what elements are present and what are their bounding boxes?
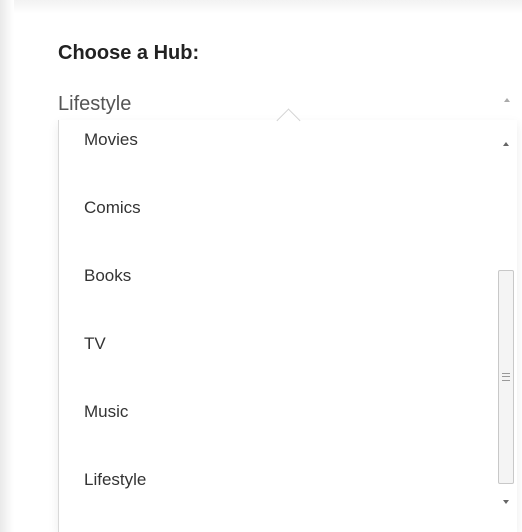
hub-option-tv[interactable]: TV: [59, 310, 495, 378]
hub-option-movies[interactable]: Movies: [59, 120, 495, 174]
hub-option-books[interactable]: Books: [59, 242, 495, 310]
dropdown-scrollbar[interactable]: [495, 120, 517, 532]
grip-lines-icon: [502, 373, 510, 381]
scroll-down-arrow-icon[interactable]: [503, 500, 509, 504]
hub-option-music[interactable]: Music: [59, 378, 495, 446]
hub-option-comics[interactable]: Comics: [59, 174, 495, 242]
hub-options: Movies Comics Books TV Music Lifestyle: [59, 120, 495, 514]
hub-dropdown-list: Movies Comics Books TV Music Lifestyle: [58, 120, 517, 532]
hub-select-value: Lifestyle: [58, 93, 132, 115]
choose-hub-heading: Choose a Hub:: [58, 42, 200, 64]
hub-chooser-page: Choose a Hub: Lifestyle Movies Comics Bo…: [0, 0, 522, 532]
panel-top-edge: [0, 0, 522, 14]
triangle-up-icon: [504, 98, 510, 102]
scroll-up-arrow-icon[interactable]: [503, 142, 509, 146]
scrollbar-thumb[interactable]: [498, 270, 514, 484]
panel-left-edge: [0, 0, 14, 532]
hub-option-lifestyle[interactable]: Lifestyle: [59, 446, 495, 514]
